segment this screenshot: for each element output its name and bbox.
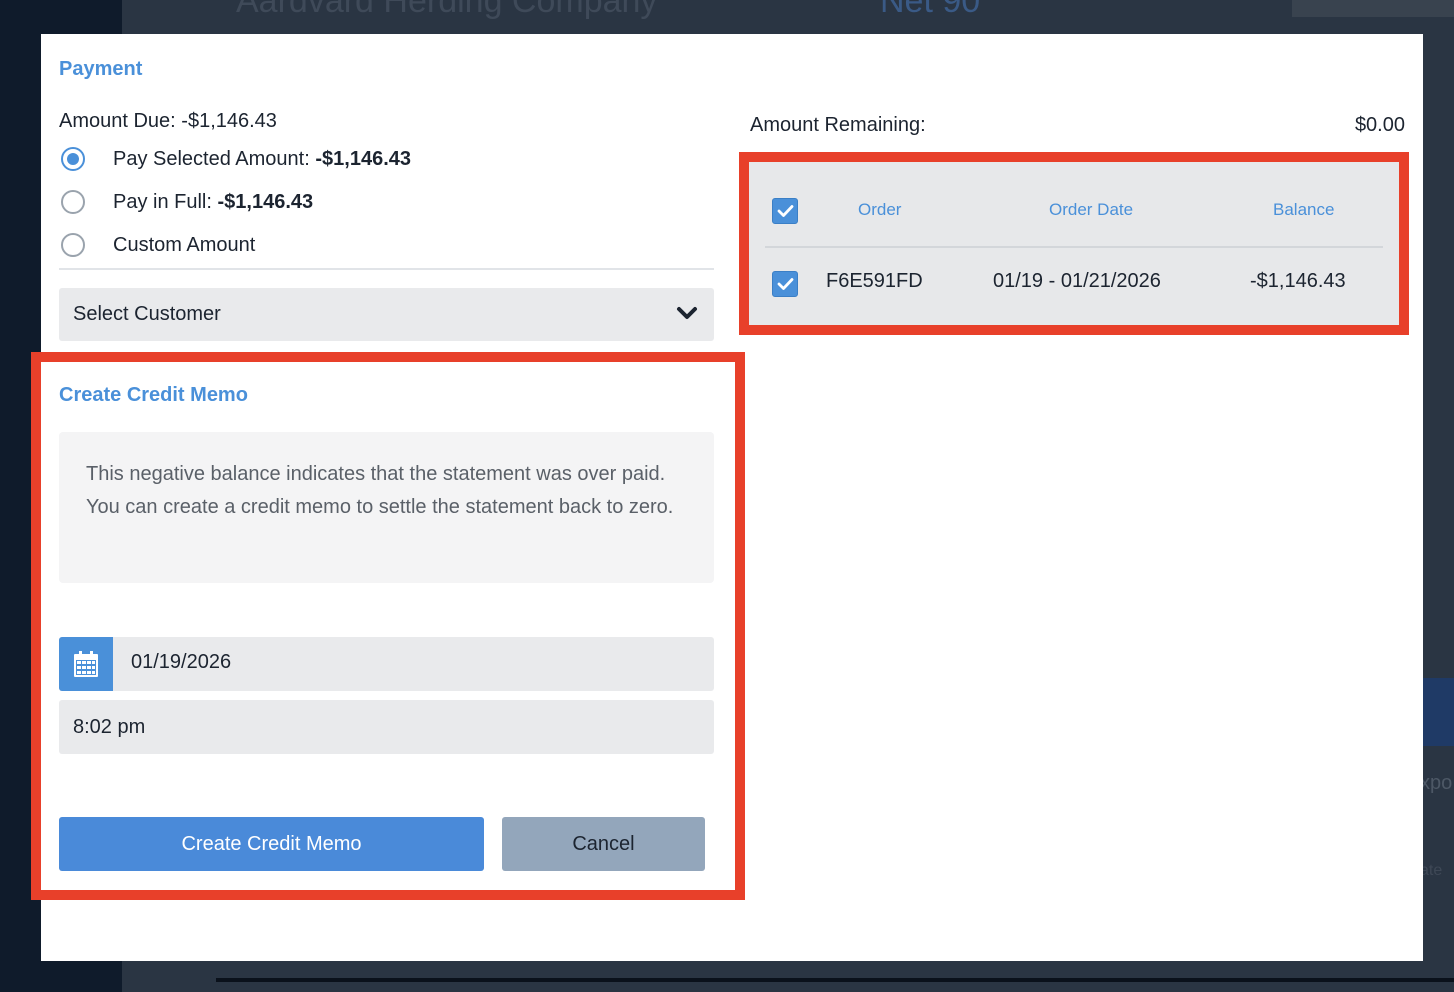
background-terms: Net 90 bbox=[880, 0, 981, 20]
chevron-down-icon bbox=[677, 307, 697, 319]
credit-memo-time-field[interactable]: 8:02 pm bbox=[59, 700, 714, 754]
amount-remaining-value: $0.00 bbox=[1354, 114, 1405, 136]
calendar-button[interactable] bbox=[59, 637, 113, 691]
create-credit-memo-button[interactable]: Create Credit Memo bbox=[59, 817, 484, 871]
radio-pay-full[interactable] bbox=[61, 190, 85, 214]
background-header-box bbox=[1292, 0, 1454, 17]
cell-balance: -$1,146.43 bbox=[1250, 270, 1346, 292]
background-bottom-line bbox=[216, 978, 1454, 982]
payment-title: Payment bbox=[59, 58, 143, 80]
option-pay-full[interactable]: Pay in Full: -$1,146.43 bbox=[61, 188, 313, 216]
header-balance[interactable]: Balance bbox=[1273, 200, 1334, 220]
cell-order: F6E591FD bbox=[826, 270, 923, 292]
divider bbox=[59, 268, 714, 270]
header-order-date[interactable]: Order Date bbox=[1049, 200, 1133, 220]
option-custom-amount[interactable]: Custom Amount bbox=[61, 231, 255, 259]
select-all-checkbox[interactable] bbox=[772, 198, 798, 224]
check-icon bbox=[777, 205, 794, 217]
background-right-bar bbox=[1423, 678, 1454, 746]
radio-pay-selected[interactable] bbox=[61, 147, 85, 171]
option-label: Pay Selected Amount: -$1,146.43 bbox=[113, 147, 411, 170]
check-icon bbox=[777, 278, 794, 290]
select-customer-dropdown[interactable]: Select Customer bbox=[59, 288, 714, 341]
table-divider bbox=[765, 246, 1383, 248]
option-pay-selected[interactable]: Pay Selected Amount: -$1,146.43 bbox=[61, 145, 411, 173]
credit-memo-info: This negative balance indicates that the… bbox=[59, 432, 714, 583]
orders-table: Order Order Date Balance F6E591FD 01/19 … bbox=[749, 162, 1399, 325]
amount-remaining-label: Amount Remaining: bbox=[750, 114, 926, 136]
payment-modal: Payment Amount Due: -$1,146.43 Pay Selec… bbox=[31, 34, 1423, 961]
cancel-button[interactable]: Cancel bbox=[502, 817, 705, 871]
amount-due: Amount Due: -$1,146.43 bbox=[59, 110, 277, 132]
credit-memo-time-value: 8:02 pm bbox=[73, 715, 146, 738]
credit-memo-date-field[interactable]: 01/19/2026 bbox=[59, 637, 714, 691]
row-checkbox[interactable] bbox=[772, 271, 798, 297]
calendar-icon bbox=[74, 651, 98, 677]
credit-memo-title: Create Credit Memo bbox=[59, 384, 248, 406]
select-customer-value: Select Customer bbox=[73, 303, 221, 325]
background-company-name: Aardvard Herding Company bbox=[236, 0, 658, 20]
option-label: Custom Amount bbox=[113, 233, 256, 256]
option-label: Pay in Full: -$1,146.43 bbox=[113, 190, 314, 213]
radio-custom-amount[interactable] bbox=[61, 233, 85, 257]
cell-order-date: 01/19 - 01/21/2026 bbox=[993, 270, 1161, 292]
background-right-text-small: ate bbox=[1420, 862, 1443, 879]
background-right-text: xpo bbox=[1420, 772, 1453, 794]
header-order[interactable]: Order bbox=[858, 200, 901, 220]
credit-memo-date-value: 01/19/2026 bbox=[131, 651, 232, 673]
